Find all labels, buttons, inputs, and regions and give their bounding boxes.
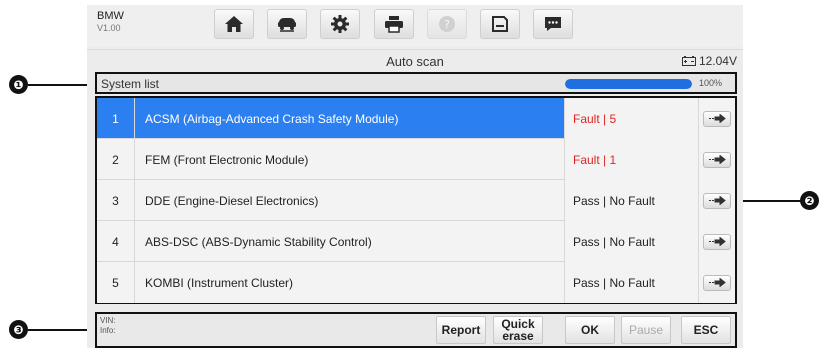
report-button-label: Report (441, 323, 481, 337)
battery-voltage: 12.04V (681, 54, 737, 68)
esc-button-label: ESC (693, 323, 719, 337)
esc-button[interactable]: ESC (681, 316, 731, 344)
enter-system-button[interactable] (703, 151, 731, 168)
svg-text:?: ? (444, 18, 450, 31)
fault-status: Fault | 1 (564, 139, 698, 180)
enter-system-button[interactable] (703, 274, 731, 291)
pause-button[interactable]: Pause (621, 316, 671, 344)
table-row[interactable]: 4 ABS-DSC (ABS-Dynamic Stability Control… (97, 221, 735, 262)
callout-3-leader (28, 329, 95, 331)
vehicle-swap-button[interactable] (267, 9, 307, 39)
system-name: FEM (Front Electronic Module) (145, 152, 309, 167)
system-name: DDE (Engine-Diesel Electronics) (145, 193, 319, 208)
arrow-right-icon (709, 114, 726, 123)
row-action-cell (698, 262, 735, 303)
table-row[interactable]: 5 KOMBI (Instrument Cluster) Pass | No F… (97, 262, 735, 303)
row-number: 2 (97, 139, 135, 180)
battery-icon (681, 56, 696, 66)
message-icon (545, 17, 561, 31)
info-label: Info: (100, 326, 116, 335)
vehicle-swap-icon (278, 18, 296, 32)
quick-erase-label-line2: erase (502, 329, 534, 343)
home-icon (225, 16, 243, 32)
row-number: 3 (97, 180, 135, 221)
report-button[interactable]: Report (436, 316, 486, 344)
print-button[interactable] (374, 9, 414, 39)
enter-system-button[interactable] (703, 233, 731, 250)
table-row[interactable]: 1 ACSM (Airbag-Advanced Crash Safety Mod… (97, 98, 735, 139)
software-version: V1.00 (97, 23, 121, 33)
pause-button-label: Pause (628, 323, 664, 337)
table-row[interactable]: 2 FEM (Front Electronic Module) Fault | … (97, 139, 735, 180)
row-number: 4 (97, 221, 135, 262)
row-action-cell (698, 98, 735, 139)
save-button[interactable] (480, 9, 520, 39)
fault-status: Pass | No Fault (564, 180, 698, 221)
row-number: 1 (97, 98, 135, 139)
row-action-cell (698, 221, 735, 262)
help-icon: ? (439, 16, 455, 32)
settings-gear-icon (331, 15, 349, 33)
device-screen: BMW V1.00 ? Auto scan 12.04V System list… (87, 5, 743, 348)
quick-erase-button[interactable]: Quick erase (493, 316, 543, 344)
enter-system-button[interactable] (703, 110, 731, 127)
arrow-right-icon (709, 155, 726, 164)
callout-2: ❷ (800, 191, 819, 210)
fault-status: Pass | No Fault (564, 221, 698, 262)
voltage-value: 12.04V (698, 54, 737, 68)
fault-status: Fault | 5 (564, 98, 698, 139)
vehicle-brand: BMW V1.00 (97, 10, 124, 34)
message-button[interactable] (533, 9, 573, 39)
title-bar: Auto scan 12.04V (87, 49, 743, 71)
top-toolbar: BMW V1.00 ? (87, 5, 743, 47)
callout-2-leader (735, 200, 801, 202)
table-row[interactable]: 3 DDE (Engine-Diesel Electronics) Pass |… (97, 180, 735, 221)
system-name: KOMBI (Instrument Cluster) (145, 275, 294, 290)
callout-1-leader (28, 84, 95, 86)
help-button[interactable]: ? (427, 9, 467, 39)
arrow-right-icon (709, 237, 726, 246)
system-name: ACSM (Airbag-Advanced Crash Safety Modul… (145, 111, 399, 126)
row-action-cell (698, 180, 735, 221)
fault-status: Pass | No Fault (564, 262, 698, 303)
callout-3: ❸ (9, 320, 28, 339)
page-title: Auto scan (386, 54, 444, 69)
callout-1: ❶ (9, 75, 28, 94)
system-name: ABS-DSC (ABS-Dynamic Stability Control) (145, 234, 372, 249)
row-action-cell (698, 139, 735, 180)
scan-progress-bar (565, 79, 692, 89)
arrow-right-icon (709, 278, 726, 287)
ok-button-label: OK (581, 323, 599, 337)
settings-button[interactable] (320, 9, 360, 39)
scan-progress-percent: 100% (699, 78, 723, 88)
system-table: 1 ACSM (Airbag-Advanced Crash Safety Mod… (95, 96, 737, 304)
home-button[interactable] (214, 9, 254, 39)
brand-name: BMW (97, 10, 124, 22)
vehicle-info: VIN: Info: (100, 316, 116, 336)
ok-button[interactable]: OK (565, 316, 615, 344)
printer-icon (385, 16, 403, 33)
system-list-bar: System list 100% (95, 72, 737, 94)
enter-system-button[interactable] (703, 192, 731, 209)
save-icon (492, 16, 508, 32)
system-list-label: System list (101, 77, 160, 91)
arrow-right-icon (709, 196, 726, 205)
row-number: 5 (97, 262, 135, 303)
vin-label: VIN: (100, 316, 116, 325)
bottom-function-bar: VIN: Info: Report Quick erase OK Pause E… (95, 312, 737, 348)
scan-progress-fill (565, 79, 692, 89)
